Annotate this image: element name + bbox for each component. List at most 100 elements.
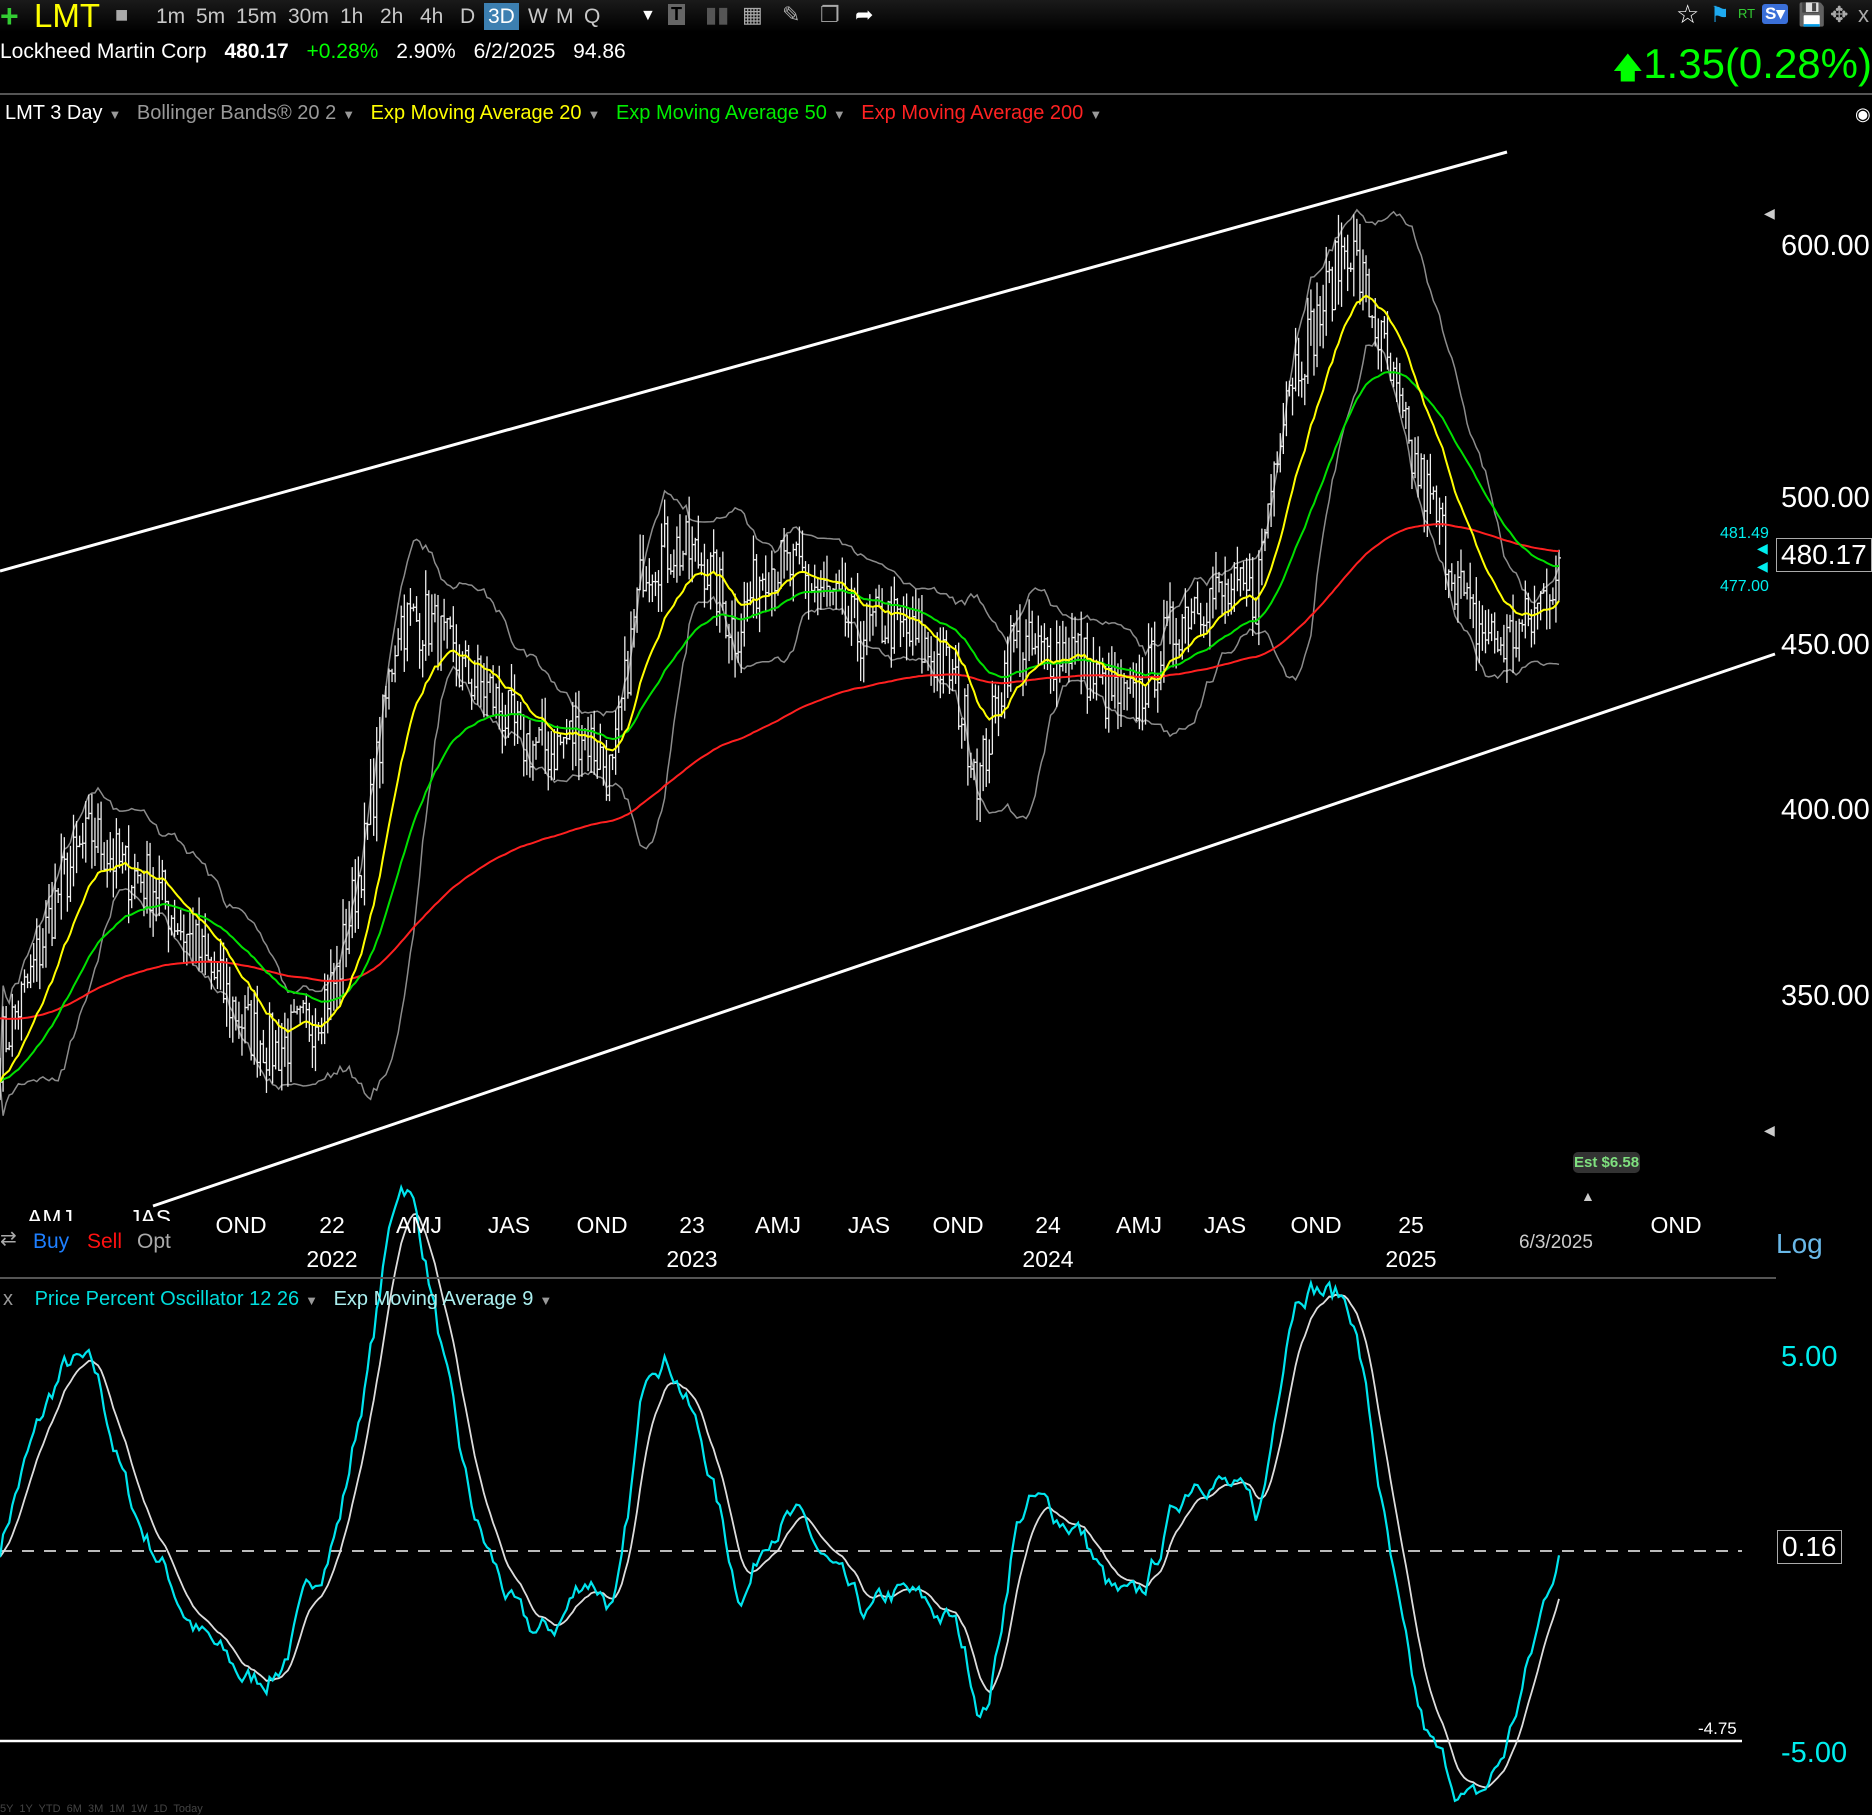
legend-bollinger[interactable]: Bollinger Bands® 20 2 ▼ xyxy=(137,102,355,124)
timeframe-3D[interactable]: 3D xyxy=(484,3,519,30)
price-bar xyxy=(996,685,1001,737)
range-selector[interactable]: 5Y 1Y YTD 6M 3M 1M 1W 1D Today xyxy=(0,1803,203,1815)
price-bar xyxy=(102,842,107,871)
add-icon[interactable]: + xyxy=(0,0,19,35)
lower-legend: x Price Percent Oscillator 12 26 ▼ Exp Mo… xyxy=(3,1288,552,1311)
s-menu-icon[interactable]: S▾ xyxy=(1762,4,1788,24)
timeframe-15m[interactable]: 15m xyxy=(232,3,281,30)
timeframe-4h[interactable]: 4h xyxy=(416,3,447,30)
price-bar xyxy=(1544,568,1549,630)
price-bar xyxy=(1354,218,1359,256)
price-bar xyxy=(108,832,113,873)
price-bar xyxy=(1541,583,1546,594)
legend-ema20[interactable]: Exp Moving Average 20 ▼ xyxy=(371,102,601,124)
price-bar xyxy=(448,616,453,630)
x-axis-quarter-label: OND xyxy=(215,1212,267,1238)
buy-button[interactable]: Buy xyxy=(33,1230,69,1254)
close-study-button[interactable]: x xyxy=(3,1288,13,1310)
log-toggle[interactable]: Log xyxy=(1776,1228,1823,1260)
price-bar xyxy=(579,725,584,777)
timeframe-M[interactable]: M xyxy=(552,3,578,30)
price-bar xyxy=(956,642,961,730)
price-bar xyxy=(190,907,195,965)
price-bar xyxy=(610,753,615,771)
star-icon[interactable]: ☆ xyxy=(1676,0,1699,30)
legend-chart[interactable]: LMT 3 Day ▼ xyxy=(5,102,121,124)
earnings-badge[interactable]: Est $6.58 xyxy=(1573,1152,1641,1173)
volatility: 2.90% xyxy=(396,40,456,63)
timeframe-1m[interactable]: 1m xyxy=(152,3,189,30)
price-bar xyxy=(439,615,444,671)
copy-icon[interactable]: ❐ xyxy=(820,2,840,28)
save-icon[interactable]: 💾 xyxy=(1798,2,1825,28)
close-icon[interactable]: x xyxy=(1858,2,1869,28)
price-bar xyxy=(1076,632,1081,662)
flag-icon[interactable]: ⚑ xyxy=(1710,2,1730,28)
legend-ppo[interactable]: Price Percent Oscillator 12 26 ▼ xyxy=(35,1288,318,1310)
price-bar xyxy=(1229,573,1234,615)
price-bar xyxy=(1036,615,1041,665)
price-bar xyxy=(307,1002,312,1042)
price-bar xyxy=(181,914,186,964)
price-bar xyxy=(53,863,58,939)
price-bar xyxy=(754,554,759,619)
price-bar xyxy=(442,598,447,641)
price-bar xyxy=(714,549,719,626)
legend-ema200[interactable]: Exp Moving Average 200 ▼ xyxy=(861,102,1102,124)
bollinger-lower xyxy=(0,339,1560,1116)
timeframe-W[interactable]: W xyxy=(524,3,552,30)
price-bar xyxy=(1269,474,1274,527)
timeframe-1h[interactable]: 1h xyxy=(336,3,367,30)
legend-ema50[interactable]: Exp Moving Average 50 ▼ xyxy=(616,102,846,124)
style-icon[interactable]: ◉ xyxy=(1855,104,1871,125)
price-bar xyxy=(978,762,983,823)
pencil-icon[interactable]: ✎ xyxy=(782,2,800,28)
timeframe-dropdown-icon[interactable]: ▼ xyxy=(640,7,656,25)
price-bar xyxy=(132,853,137,900)
timeframe-D[interactable]: D xyxy=(456,3,479,30)
template-icon[interactable]: T xyxy=(668,4,685,25)
price-bar xyxy=(965,684,970,786)
price-bar xyxy=(252,990,257,1065)
timeframe-5m[interactable]: 5m xyxy=(192,3,229,30)
price-bar xyxy=(34,918,39,982)
symbol-field[interactable]: LMT xyxy=(34,0,100,35)
legend-ema9[interactable]: Exp Moving Average 9 ▼ xyxy=(334,1288,553,1310)
cube-icon[interactable]: ■ xyxy=(115,2,128,28)
bars-icon[interactable]: ▮▮ xyxy=(705,2,729,28)
price-bar xyxy=(1079,611,1084,695)
price-bar xyxy=(1112,652,1117,709)
price-bar xyxy=(56,888,61,904)
price-bar xyxy=(1174,617,1179,669)
timeframe-Q[interactable]: Q xyxy=(580,3,604,30)
price-bar xyxy=(230,996,235,1043)
move-icon[interactable]: ✥ xyxy=(1830,2,1848,28)
price-bar xyxy=(1437,497,1442,545)
price-bar xyxy=(249,1000,254,1061)
price-bar xyxy=(325,974,330,1034)
price-bar xyxy=(371,758,376,836)
price-chart[interactable] xyxy=(0,0,1872,1811)
price-bar xyxy=(699,552,704,576)
options-button[interactable]: Opt xyxy=(137,1230,171,1254)
price-bar xyxy=(852,587,857,619)
price-bar xyxy=(316,1021,321,1041)
price-bar xyxy=(527,720,532,778)
timeframe-2h[interactable]: 2h xyxy=(376,3,407,30)
price-bar xyxy=(929,636,934,686)
sell-button[interactable]: Sell xyxy=(87,1230,122,1254)
scroll-up-icon[interactable]: ◀ xyxy=(1764,205,1775,222)
price-bar xyxy=(1330,266,1335,322)
share-icon[interactable]: ➦ xyxy=(855,2,873,28)
scroll-down-icon[interactable]: ◀ xyxy=(1764,1122,1775,1139)
price-bar xyxy=(625,650,630,699)
price-bar xyxy=(1051,667,1056,692)
grid-add-icon[interactable]: ▦ xyxy=(742,2,763,28)
price-bar xyxy=(705,559,710,591)
trade-icon[interactable]: ⇄ xyxy=(0,1226,17,1251)
price-bar xyxy=(1342,237,1347,270)
x-axis-year-label: 2023 xyxy=(666,1246,718,1272)
price-bar xyxy=(1106,652,1111,733)
price-bar xyxy=(62,837,67,875)
timeframe-30m[interactable]: 30m xyxy=(284,3,333,30)
